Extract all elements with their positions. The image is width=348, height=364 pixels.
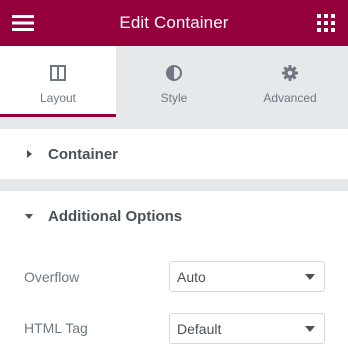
caret-right-icon — [27, 150, 32, 158]
html-tag-select[interactable]: Default — [169, 313, 325, 344]
tab-layout-label: Layout — [39, 91, 77, 105]
tab-style-label: Style — [160, 91, 188, 105]
section-spacer — [0, 179, 348, 191]
chevron-down-icon — [305, 326, 315, 332]
overflow-select-value: Auto — [177, 268, 206, 285]
overflow-label: Overflow — [24, 269, 80, 285]
section-container-title: Container — [48, 145, 119, 163]
gear-icon — [282, 65, 298, 81]
html-tag-select-value: Default — [177, 320, 222, 337]
grid-apps-icon[interactable] — [317, 14, 335, 32]
overflow-select[interactable]: Auto — [169, 261, 325, 292]
tab-advanced-label: Advanced — [263, 91, 317, 105]
columns-layout-icon — [50, 65, 66, 81]
section-container[interactable]: Container — [0, 129, 348, 179]
hamburger-menu-icon[interactable] — [12, 13, 34, 33]
tab-layout[interactable]: Layout — [0, 46, 116, 117]
section-spacer — [0, 117, 348, 129]
tab-style[interactable]: Style — [116, 46, 232, 117]
half-circle-contrast-icon — [166, 65, 182, 81]
panel-header: Edit Container — [0, 0, 348, 46]
panel-tabs: Layout Style Advanced — [0, 46, 348, 117]
panel-title: Edit Container — [119, 13, 229, 32]
html-tag-label: HTML Tag — [24, 320, 88, 336]
section-additional-options[interactable]: Additional Options — [0, 191, 348, 241]
section-additional-options-title: Additional Options — [48, 207, 183, 225]
chevron-down-icon — [305, 274, 315, 280]
tab-advanced[interactable]: Advanced — [232, 46, 348, 117]
caret-down-icon — [25, 214, 33, 219]
